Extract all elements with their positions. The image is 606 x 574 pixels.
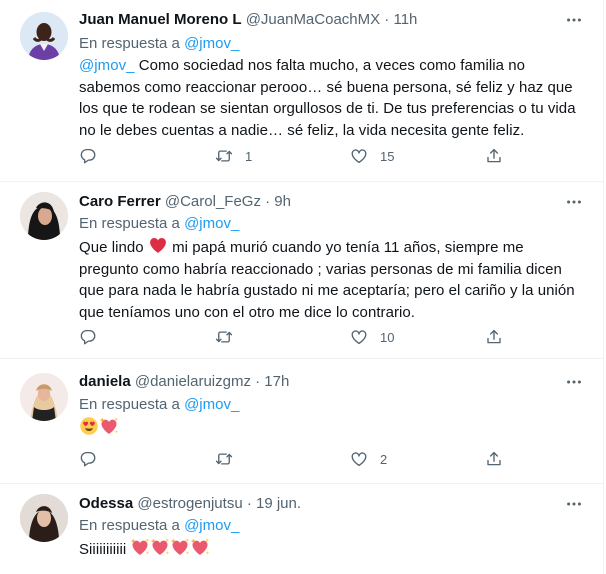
share-icon: [485, 328, 503, 346]
replying-to-label: En respuesta a: [79, 517, 180, 534]
avatar[interactable]: [20, 12, 68, 60]
reply-tweet[interactable]: Juan Manuel Moreno L @JuanMaCoachMX · 11…: [0, 0, 604, 182]
reply-button[interactable]: [79, 146, 109, 166]
author-name[interactable]: Caro Ferrer: [79, 193, 161, 210]
like-button[interactable]: 2: [350, 449, 387, 469]
like-count: 15: [380, 148, 395, 164]
replying-to-handle[interactable]: @jmov_: [184, 517, 239, 534]
more-icon: [565, 193, 583, 211]
tweet-text-start: Que lindo: [79, 239, 148, 256]
reply-tweet[interactable]: Caro Ferrer @Carol_FeGz · 9h En respuest…: [0, 182, 604, 359]
author-name[interactable]: daniela: [79, 373, 131, 390]
more-icon: [565, 495, 583, 513]
replying-to-label: En respuesta a: [79, 396, 180, 413]
share-icon: [485, 147, 503, 165]
more-icon: [565, 11, 583, 29]
avatar[interactable]: [20, 373, 68, 421]
like-count: 2: [380, 451, 388, 467]
more-options-button[interactable]: [564, 10, 584, 30]
like-button[interactable]: 10: [350, 327, 394, 347]
heart-icon: [350, 328, 368, 346]
sparkling-heart-emoji-icon: [150, 537, 170, 557]
share-icon: [485, 450, 503, 468]
author-name[interactable]: Juan Manuel Moreno L: [79, 11, 242, 28]
author-handle-time[interactable]: @danielaruizgmz · 17h: [135, 373, 289, 390]
retweet-button[interactable]: [215, 449, 245, 469]
reply-tweet[interactable]: daniela @danielaruizgmz · 17h En respues…: [0, 359, 604, 484]
tweet-text: @jmov_ Como sociedad nos falta mucho, a …: [79, 55, 584, 141]
more-options-button[interactable]: [564, 192, 584, 212]
smiling-face-with-heart-eyes-emoji-icon: [79, 416, 99, 436]
reply-button[interactable]: [79, 449, 109, 469]
replying-to-handle[interactable]: @jmov_: [184, 35, 239, 52]
reply-icon: [79, 328, 97, 346]
reply-tweet[interactable]: Odessa @estrogenjutsu · 19 jun. En respu…: [0, 484, 604, 574]
replying-to-label: En respuesta a: [79, 215, 180, 232]
action-bar: 2: [79, 449, 509, 469]
mention-link[interactable]: @jmov_: [79, 57, 135, 74]
tweet-text: Que lindo mi papá murió cuando yo tenía …: [79, 235, 584, 323]
reply-button[interactable]: [79, 327, 109, 347]
author-handle-time[interactable]: @JuanMaCoachMX · 11h: [246, 11, 418, 28]
like-count: 10: [380, 329, 395, 345]
tweet-text: [79, 416, 584, 440]
share-button[interactable]: [485, 449, 503, 469]
action-bar: 1 15: [79, 146, 509, 166]
avatar[interactable]: [20, 494, 68, 542]
sparkling-heart-emoji-icon: [99, 416, 119, 436]
heart-icon: [350, 450, 368, 468]
sparkling-heart-emoji-icon: [190, 537, 210, 557]
reply-icon: [79, 450, 97, 468]
share-button[interactable]: [485, 327, 503, 347]
replying-to: En respuesta a @jmov_: [79, 516, 239, 536]
replying-to-label: En respuesta a: [79, 35, 180, 52]
reply-icon: [79, 147, 97, 165]
tweet-header: daniela @danielaruizgmz · 17h: [79, 372, 289, 392]
tweet-text-content: Como sociedad nos falta mucho, a veces c…: [79, 57, 576, 139]
sparkling-heart-emoji-icon: [130, 537, 150, 557]
heart-icon: [350, 147, 368, 165]
tweet-header: Caro Ferrer @Carol_FeGz · 9h: [79, 192, 291, 212]
author-handle-time[interactable]: @Carol_FeGz · 9h: [165, 193, 291, 210]
tweet-header: Juan Manuel Moreno L @JuanMaCoachMX · 11…: [79, 10, 417, 30]
replies-timeline: Juan Manuel Moreno L @JuanMaCoachMX · 11…: [0, 0, 604, 574]
like-button[interactable]: 15: [350, 146, 394, 166]
retweet-icon: [215, 450, 233, 468]
action-bar: 10: [79, 327, 509, 347]
more-options-button[interactable]: [564, 494, 584, 514]
retweet-icon: [215, 328, 233, 346]
tweet-text-content: Siiiiiiiiiii: [79, 541, 131, 558]
retweet-count: 1: [245, 148, 253, 164]
replying-to-handle[interactable]: @jmov_: [184, 215, 239, 232]
avatar[interactable]: [20, 192, 68, 240]
author-handle-time[interactable]: @estrogenjutsu · 19 jun.: [137, 495, 301, 512]
replying-to: En respuesta a @jmov_: [79, 34, 239, 54]
share-button[interactable]: [485, 146, 503, 166]
tweet-text: Siiiiiiiiiii: [79, 537, 584, 561]
retweet-icon: [215, 147, 233, 165]
replying-to-handle[interactable]: @jmov_: [184, 396, 239, 413]
more-options-button[interactable]: [564, 372, 584, 392]
more-icon: [565, 373, 583, 391]
tweet-header: Odessa @estrogenjutsu · 19 jun.: [79, 494, 301, 514]
red-heart-emoji-icon: [148, 235, 168, 255]
sparkling-heart-emoji-icon: [170, 537, 190, 557]
replying-to: En respuesta a @jmov_: [79, 395, 239, 415]
replying-to: En respuesta a @jmov_: [79, 214, 239, 234]
author-name[interactable]: Odessa: [79, 495, 133, 512]
retweet-button[interactable]: 1: [215, 146, 252, 166]
retweet-button[interactable]: [215, 327, 245, 347]
